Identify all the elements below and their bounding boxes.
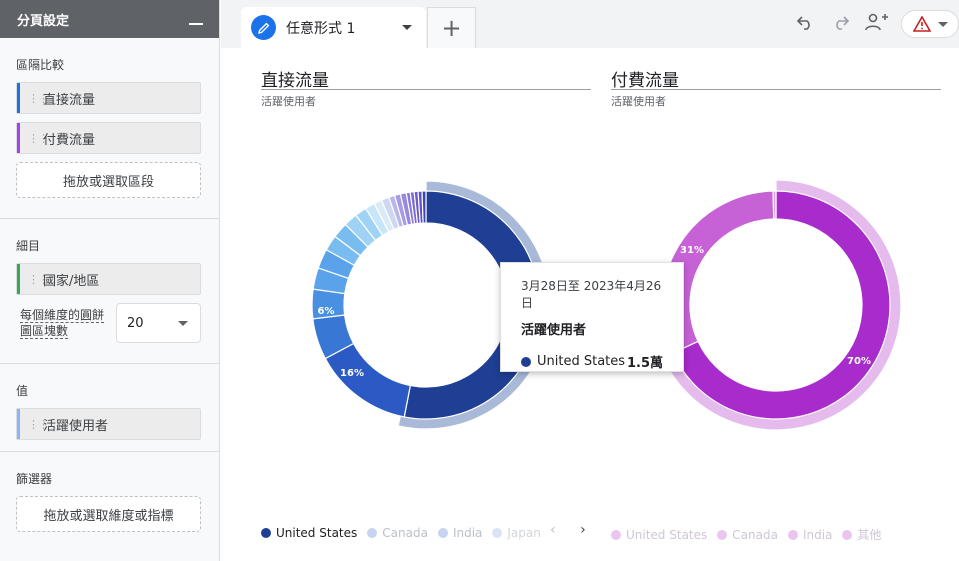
- legend-label: United States: [276, 526, 358, 540]
- pie-slice[interactable]: [772, 190, 777, 220]
- legend-swatch: [437, 528, 448, 538]
- slice-label: 16%: [340, 368, 364, 379]
- legend-item[interactable]: Canada: [367, 526, 428, 540]
- legend-label: Canada: [732, 527, 778, 542]
- legend-item[interactable]: India: [437, 526, 483, 540]
- tooltip-swatch: [521, 356, 531, 367]
- legend-label: India: [452, 526, 483, 540]
- tooltip-row-label: United States: [537, 354, 626, 369]
- donut-charts: 16% 6% 70% 31%: [311, 179, 902, 431]
- legend-prev-button[interactable]: ‹: [550, 522, 556, 538]
- legend-swatch: [787, 529, 798, 540]
- tooltip-row-value: 1.5萬: [626, 356, 663, 371]
- legend-swatch: [717, 529, 728, 540]
- tooltip-date-range: 3月28日至 2023年4月26日: [521, 279, 662, 310]
- legend-direct: United States Canada India Japan: [261, 526, 551, 540]
- slice-label: 6%: [318, 306, 335, 317]
- legend-pager: ‹ ›: [550, 522, 586, 538]
- slice-label: 70%: [847, 356, 871, 367]
- tooltip-metric: 活躍使用者: [521, 323, 587, 338]
- legend-paid: United States Canada India 其他: [611, 526, 891, 543]
- legend-swatch: [261, 528, 271, 538]
- legend-item[interactable]: United States: [611, 528, 707, 542]
- legend-swatch: [842, 529, 853, 540]
- legend-label: Japan: [507, 526, 541, 540]
- legend-item[interactable]: Japan: [492, 526, 541, 540]
- legend-next-button[interactable]: ›: [580, 522, 586, 538]
- tooltip-row: United States 1.5萬: [521, 352, 663, 371]
- legend-label: Canada: [382, 526, 428, 540]
- legend-item[interactable]: India: [787, 527, 833, 542]
- legend-item[interactable]: 其他: [842, 526, 881, 543]
- slice-label: 31%: [680, 245, 704, 256]
- legend-label: 其他: [857, 528, 882, 542]
- pie-slice[interactable]: [324, 342, 412, 418]
- legend-swatch: [492, 528, 503, 538]
- legend-item[interactable]: Canada: [717, 528, 778, 542]
- legend-swatch: [611, 529, 621, 540]
- legend-item[interactable]: United States: [261, 526, 357, 540]
- legend-label: United States: [626, 527, 708, 542]
- legend-label: India: [802, 527, 833, 542]
- chart-tooltip: 3月28日至 2023年4月26日 活躍使用者 United States 1.…: [500, 262, 684, 372]
- legend-swatch: [367, 528, 378, 538]
- pie-slice[interactable]: [421, 190, 427, 224]
